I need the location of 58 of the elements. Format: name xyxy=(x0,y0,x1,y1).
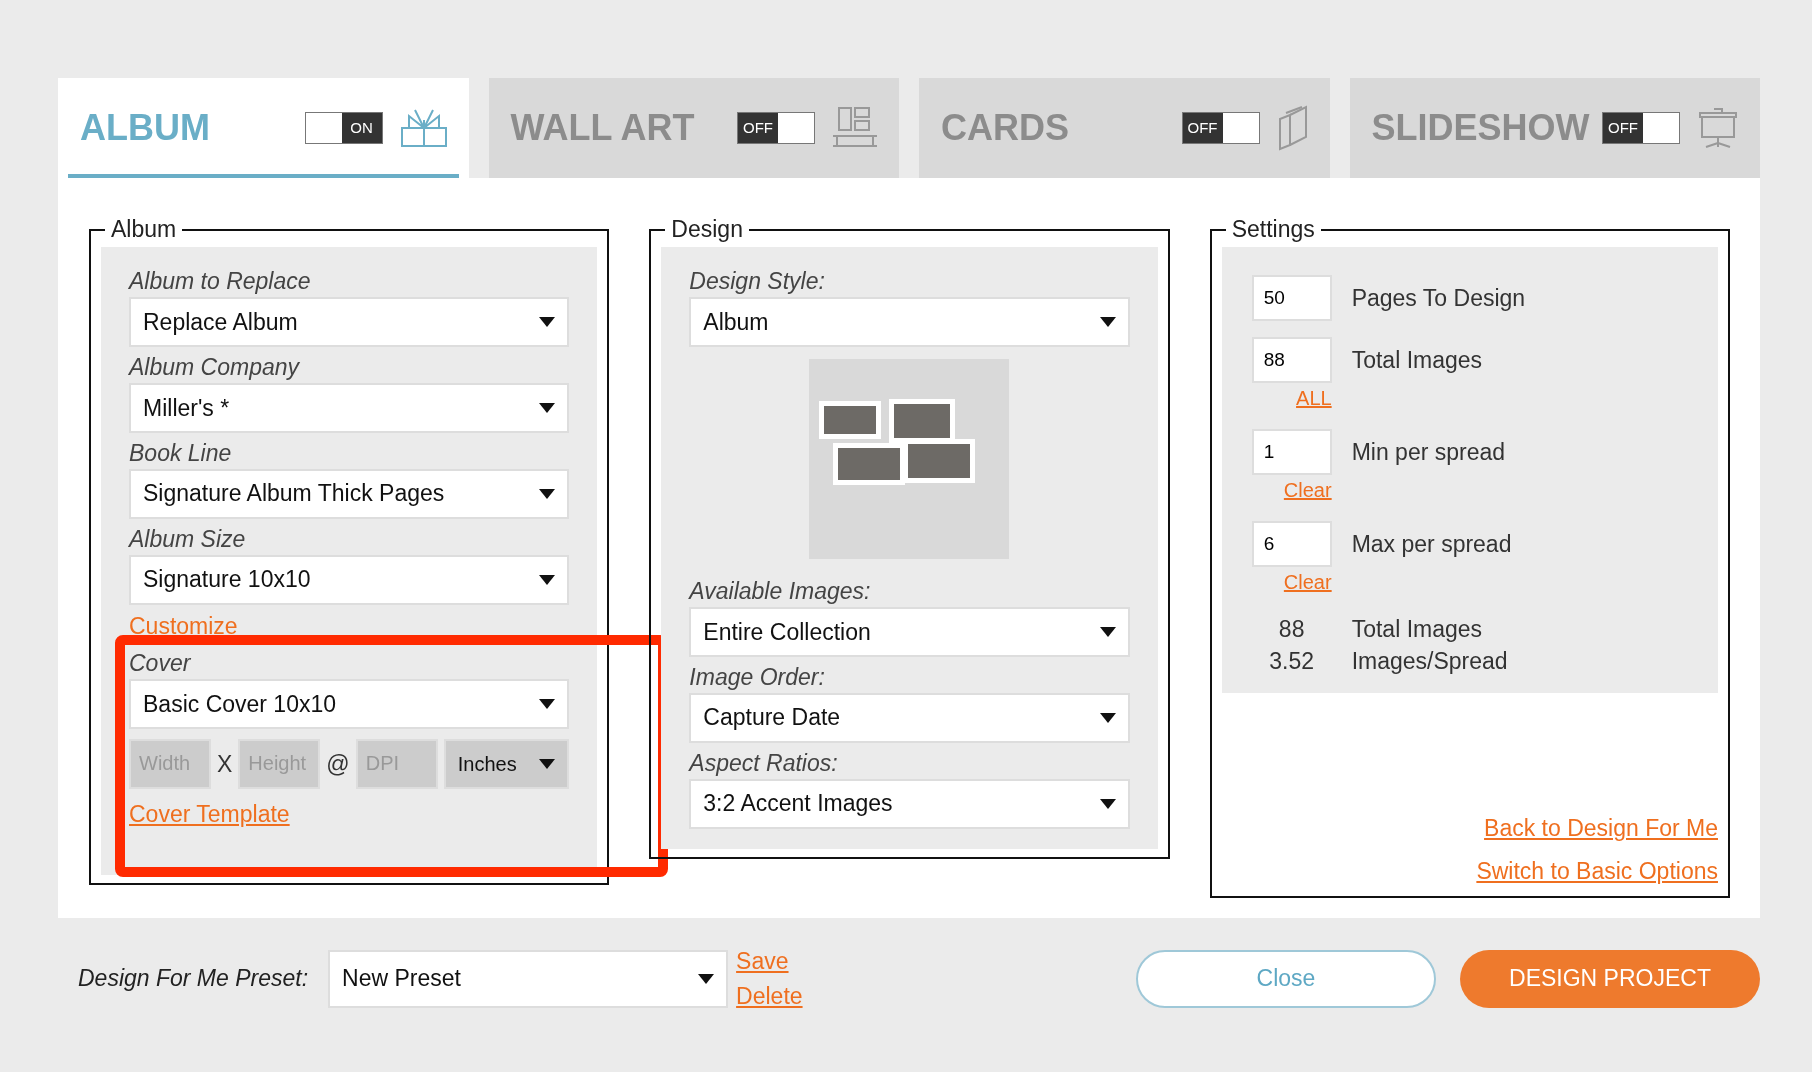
dropdown[interactable]: Album xyxy=(689,296,1130,347)
caret-icon xyxy=(539,574,556,585)
field-label: Album Size xyxy=(129,524,247,554)
setting-label: Total Images xyxy=(1351,345,1483,375)
field-label: Aspect Ratios: xyxy=(689,748,839,778)
field-label: Album to Replace xyxy=(129,267,312,296)
field-label: Album Company xyxy=(129,352,301,382)
furniture-frames-icon xyxy=(831,106,879,150)
dropdown[interactable]: 3:2 Accent Images xyxy=(689,778,1130,829)
dropdown[interactable]: Miller's * xyxy=(129,382,570,433)
field-label: Book Line xyxy=(129,438,233,468)
field-label: Design Style: xyxy=(689,267,826,296)
caret-icon xyxy=(539,316,556,327)
toggle-switch[interactable]: OFF xyxy=(1181,112,1260,144)
dropdown[interactable]: Inches xyxy=(443,738,570,789)
caret-icon xyxy=(698,973,715,984)
number-field[interactable]: 1 xyxy=(1251,429,1332,475)
caret-icon xyxy=(539,698,556,709)
caret-icon xyxy=(539,758,556,769)
caret-icon xyxy=(539,488,556,499)
stat-value: 3.52 xyxy=(1268,647,1316,677)
times-sign: X xyxy=(217,749,233,779)
toggle-switch[interactable]: OFF xyxy=(1602,112,1680,144)
preset-label: Design For Me Preset: xyxy=(78,964,309,994)
number-field[interactable]: 6 xyxy=(1251,521,1332,567)
number-field[interactable]: 50 xyxy=(1251,275,1332,321)
caret-icon xyxy=(1099,712,1116,723)
field-label: Image Order: xyxy=(689,662,826,692)
dropdown[interactable]: Basic Cover 10x10 xyxy=(129,678,570,729)
stat-label: Total Images xyxy=(1351,615,1483,644)
stat-label: Images/Spread xyxy=(1351,647,1508,677)
field-label: Cover xyxy=(129,649,192,679)
caret-icon xyxy=(539,402,556,413)
at-sign: @ xyxy=(326,749,350,779)
setting-label: Min per spread xyxy=(1351,437,1506,467)
tab[interactable]: ALBUM ON xyxy=(58,78,469,178)
field-label: Available Images: xyxy=(689,576,872,606)
tab[interactable]: SLIDESHOW OFF xyxy=(1349,78,1760,178)
dropdown[interactable]: Entire Collection xyxy=(689,606,1130,657)
setting-label: Max per spread xyxy=(1351,529,1512,559)
caret-icon xyxy=(1099,626,1116,637)
photo-placeholder xyxy=(819,400,882,439)
caret-icon xyxy=(1099,798,1116,809)
dropdown[interactable]: Replace Album xyxy=(129,296,570,347)
dropdown[interactable]: Capture Date xyxy=(689,692,1130,743)
dropdown[interactable]: Signature Album Thick Pages xyxy=(129,468,570,519)
setting-label: Pages To Design xyxy=(1351,283,1526,313)
toggle-switch[interactable]: OFF xyxy=(737,112,815,144)
photo-placeholder xyxy=(889,398,956,443)
tab[interactable]: WALL ART OFF xyxy=(488,78,899,178)
number-field[interactable]: 88 xyxy=(1251,337,1332,383)
dropdown[interactable]: Signature 10x10 xyxy=(129,554,570,605)
stat-value: 88 xyxy=(1277,615,1306,644)
tab[interactable]: CARDS OFF xyxy=(919,78,1330,178)
dropdown[interactable]: New Preset xyxy=(328,949,729,1008)
toggle-switch[interactable]: ON xyxy=(304,112,383,144)
caret-icon xyxy=(1099,316,1116,327)
easel-screen-icon xyxy=(1696,105,1740,151)
